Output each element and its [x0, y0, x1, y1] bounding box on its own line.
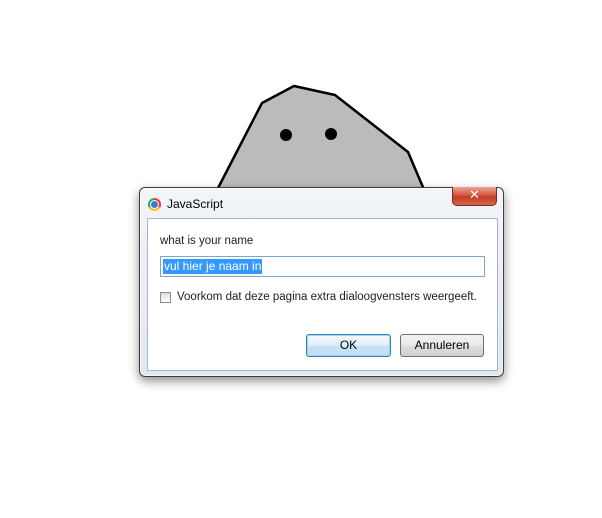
javascript-prompt-dialog: JavaScript ✕ what is your name vul hier …: [139, 187, 504, 377]
rock-left-eye: [280, 129, 292, 141]
name-input[interactable]: vul hier je naam in: [160, 256, 485, 277]
dialog-content: what is your name vul hier je naam in Vo…: [147, 218, 498, 371]
close-icon: ✕: [469, 188, 480, 203]
dialog-titlebar[interactable]: JavaScript ✕: [140, 187, 503, 218]
input-selected-text: vul hier je naam in: [163, 259, 263, 274]
suppress-dialogs-checkbox[interactable]: [160, 292, 171, 303]
prompt-message: what is your name: [160, 235, 254, 247]
suppress-dialogs-label[interactable]: Voorkom dat deze pagina extra dialoogven…: [177, 291, 477, 303]
chrome-icon: [148, 198, 161, 211]
dialog-title: JavaScript: [167, 197, 224, 211]
rock-right-eye: [325, 128, 337, 140]
rock-body: [215, 84, 427, 194]
ok-button[interactable]: OK: [306, 334, 391, 357]
cancel-button[interactable]: Annuleren: [400, 334, 484, 357]
close-button[interactable]: ✕: [452, 187, 497, 206]
